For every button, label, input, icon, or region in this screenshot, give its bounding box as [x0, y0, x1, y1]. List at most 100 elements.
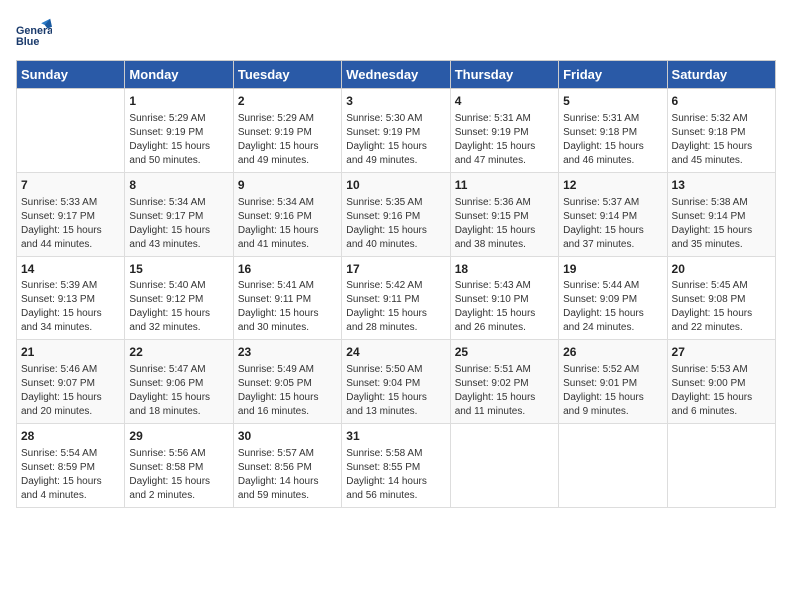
- day-number: 3: [346, 93, 445, 110]
- calendar-day-cell: 30 Sunrise: 5:57 AM Sunset: 8:56 PM Dayli…: [233, 424, 341, 508]
- weekday-header: Monday: [125, 61, 233, 89]
- calendar-day-cell: 23 Sunrise: 5:49 AM Sunset: 9:05 PM Dayli…: [233, 340, 341, 424]
- day-info: Sunrise: 5:35 AM Sunset: 9:16 PM Dayligh…: [346, 196, 445, 252]
- day-number: 8: [129, 177, 228, 194]
- day-number: 29: [129, 428, 228, 445]
- day-number: 6: [672, 93, 771, 110]
- calendar-week-row: 28 Sunrise: 5:54 AM Sunset: 8:59 PM Dayli…: [17, 424, 776, 508]
- day-info: Sunrise: 5:29 AM Sunset: 9:19 PM Dayligh…: [129, 112, 228, 168]
- day-number: 23: [238, 344, 337, 361]
- day-info: Sunrise: 5:56 AM Sunset: 8:58 PM Dayligh…: [129, 447, 228, 503]
- calendar-day-cell: 8 Sunrise: 5:34 AM Sunset: 9:17 PM Daylig…: [125, 172, 233, 256]
- calendar-week-row: 21 Sunrise: 5:46 AM Sunset: 9:07 PM Dayli…: [17, 340, 776, 424]
- calendar-day-cell: 15Sunrise: 5:40 AM Sunset: 9:12 PM Dayli…: [125, 256, 233, 340]
- day-number: 20: [672, 261, 771, 278]
- calendar-day-cell: 4 Sunrise: 5:31 AM Sunset: 9:19 PM Daylig…: [450, 89, 558, 173]
- day-number: 7: [21, 177, 120, 194]
- day-info: Sunrise: 5:32 AM Sunset: 9:18 PM Dayligh…: [672, 112, 771, 168]
- day-info: Sunrise: 5:53 AM Sunset: 9:00 PM Dayligh…: [672, 363, 771, 419]
- day-info: Sunrise: 5:50 AM Sunset: 9:04 PM Dayligh…: [346, 363, 445, 419]
- calendar-day-cell: 1 Sunrise: 5:29 AM Sunset: 9:19 PM Daylig…: [125, 89, 233, 173]
- calendar-day-cell: 14Sunrise: 5:39 AM Sunset: 9:13 PM Dayli…: [17, 256, 125, 340]
- day-info: Sunrise: 5:43 AM Sunset: 9:10 PM Dayligh…: [455, 279, 554, 335]
- calendar-table: SundayMondayTuesdayWednesdayThursdayFrid…: [16, 60, 776, 508]
- calendar-day-cell: 2 Sunrise: 5:29 AM Sunset: 9:19 PM Daylig…: [233, 89, 341, 173]
- weekday-header: Saturday: [667, 61, 775, 89]
- calendar-day-cell: 20Sunrise: 5:45 AM Sunset: 9:08 PM Dayli…: [667, 256, 775, 340]
- day-number: 4: [455, 93, 554, 110]
- calendar-day-cell: [667, 424, 775, 508]
- calendar-day-cell: 26 Sunrise: 5:52 AM Sunset: 9:01 PM Dayli…: [559, 340, 667, 424]
- day-number: 24: [346, 344, 445, 361]
- day-info: Sunrise: 5:49 AM Sunset: 9:05 PM Dayligh…: [238, 363, 337, 419]
- day-info: Sunrise: 5:46 AM Sunset: 9:07 PM Dayligh…: [21, 363, 120, 419]
- day-number: 19: [563, 261, 662, 278]
- calendar-day-cell: 7 Sunrise: 5:33 AM Sunset: 9:17 PM Daylig…: [17, 172, 125, 256]
- day-number: 26: [563, 344, 662, 361]
- calendar-header: SundayMondayTuesdayWednesdayThursdayFrid…: [17, 61, 776, 89]
- weekday-header: Wednesday: [342, 61, 450, 89]
- day-info: Sunrise: 5:57 AM Sunset: 8:56 PM Dayligh…: [238, 447, 337, 503]
- calendar-day-cell: 6 Sunrise: 5:32 AM Sunset: 9:18 PM Daylig…: [667, 89, 775, 173]
- weekday-header: Thursday: [450, 61, 558, 89]
- calendar-day-cell: 12Sunrise: 5:37 AM Sunset: 9:14 PM Dayli…: [559, 172, 667, 256]
- calendar-day-cell: [17, 89, 125, 173]
- day-info: Sunrise: 5:30 AM Sunset: 9:19 PM Dayligh…: [346, 112, 445, 168]
- calendar-day-cell: 17Sunrise: 5:42 AM Sunset: 9:11 PM Dayli…: [342, 256, 450, 340]
- calendar-week-row: 1 Sunrise: 5:29 AM Sunset: 9:19 PM Daylig…: [17, 89, 776, 173]
- calendar-day-cell: 3 Sunrise: 5:30 AM Sunset: 9:19 PM Daylig…: [342, 89, 450, 173]
- day-info: Sunrise: 5:36 AM Sunset: 9:15 PM Dayligh…: [455, 196, 554, 252]
- calendar-day-cell: 24 Sunrise: 5:50 AM Sunset: 9:04 PM Dayli…: [342, 340, 450, 424]
- day-number: 28: [21, 428, 120, 445]
- day-number: 14: [21, 261, 120, 278]
- calendar-day-cell: 13 Sunrise: 5:38 AM Sunset: 9:14 PM Dayli…: [667, 172, 775, 256]
- calendar-day-cell: 9 Sunrise: 5:34 AM Sunset: 9:16 PM Daylig…: [233, 172, 341, 256]
- day-number: 17: [346, 261, 445, 278]
- day-number: 2: [238, 93, 337, 110]
- day-number: 30: [238, 428, 337, 445]
- calendar-day-cell: 31 Sunrise: 5:58 AM Sunset: 8:55 PM Dayli…: [342, 424, 450, 508]
- day-number: 21: [21, 344, 120, 361]
- weekday-header: Sunday: [17, 61, 125, 89]
- calendar-day-cell: 21 Sunrise: 5:46 AM Sunset: 9:07 PM Dayli…: [17, 340, 125, 424]
- calendar-day-cell: 11Sunrise: 5:36 AM Sunset: 9:15 PM Dayli…: [450, 172, 558, 256]
- day-number: 15: [129, 261, 228, 278]
- calendar-day-cell: 5Sunrise: 5:31 AM Sunset: 9:18 PM Daylig…: [559, 89, 667, 173]
- calendar-week-row: 7 Sunrise: 5:33 AM Sunset: 9:17 PM Daylig…: [17, 172, 776, 256]
- day-info: Sunrise: 5:52 AM Sunset: 9:01 PM Dayligh…: [563, 363, 662, 419]
- day-number: 18: [455, 261, 554, 278]
- logo: General Blue: [16, 16, 60, 52]
- day-info: Sunrise: 5:47 AM Sunset: 9:06 PM Dayligh…: [129, 363, 228, 419]
- day-number: 13: [672, 177, 771, 194]
- calendar-day-cell: 28 Sunrise: 5:54 AM Sunset: 8:59 PM Dayli…: [17, 424, 125, 508]
- day-info: Sunrise: 5:54 AM Sunset: 8:59 PM Dayligh…: [21, 447, 120, 503]
- day-number: 9: [238, 177, 337, 194]
- day-info: Sunrise: 5:29 AM Sunset: 9:19 PM Dayligh…: [238, 112, 337, 168]
- day-info: Sunrise: 5:41 AM Sunset: 9:11 PM Dayligh…: [238, 279, 337, 335]
- weekday-header: Tuesday: [233, 61, 341, 89]
- day-number: 10: [346, 177, 445, 194]
- svg-text:Blue: Blue: [16, 36, 39, 48]
- calendar-day-cell: 27Sunrise: 5:53 AM Sunset: 9:00 PM Dayli…: [667, 340, 775, 424]
- day-info: Sunrise: 5:31 AM Sunset: 9:19 PM Dayligh…: [455, 112, 554, 168]
- day-info: Sunrise: 5:40 AM Sunset: 9:12 PM Dayligh…: [129, 279, 228, 335]
- calendar-day-cell: 18Sunrise: 5:43 AM Sunset: 9:10 PM Dayli…: [450, 256, 558, 340]
- weekday-header: Friday: [559, 61, 667, 89]
- day-info: Sunrise: 5:34 AM Sunset: 9:17 PM Dayligh…: [129, 196, 228, 252]
- day-info: Sunrise: 5:31 AM Sunset: 9:18 PM Dayligh…: [563, 112, 662, 168]
- day-info: Sunrise: 5:34 AM Sunset: 9:16 PM Dayligh…: [238, 196, 337, 252]
- calendar-day-cell: 10 Sunrise: 5:35 AM Sunset: 9:16 PM Dayli…: [342, 172, 450, 256]
- calendar-day-cell: 16Sunrise: 5:41 AM Sunset: 9:11 PM Dayli…: [233, 256, 341, 340]
- weekday-row: SundayMondayTuesdayWednesdayThursdayFrid…: [17, 61, 776, 89]
- calendar-day-cell: [559, 424, 667, 508]
- day-number: 25: [455, 344, 554, 361]
- day-info: Sunrise: 5:33 AM Sunset: 9:17 PM Dayligh…: [21, 196, 120, 252]
- day-info: Sunrise: 5:38 AM Sunset: 9:14 PM Dayligh…: [672, 196, 771, 252]
- day-info: Sunrise: 5:45 AM Sunset: 9:08 PM Dayligh…: [672, 279, 771, 335]
- day-number: 31: [346, 428, 445, 445]
- day-number: 12: [563, 177, 662, 194]
- day-info: Sunrise: 5:58 AM Sunset: 8:55 PM Dayligh…: [346, 447, 445, 503]
- day-info: Sunrise: 5:44 AM Sunset: 9:09 PM Dayligh…: [563, 279, 662, 335]
- calendar-day-cell: 22Sunrise: 5:47 AM Sunset: 9:06 PM Dayli…: [125, 340, 233, 424]
- day-number: 1: [129, 93, 228, 110]
